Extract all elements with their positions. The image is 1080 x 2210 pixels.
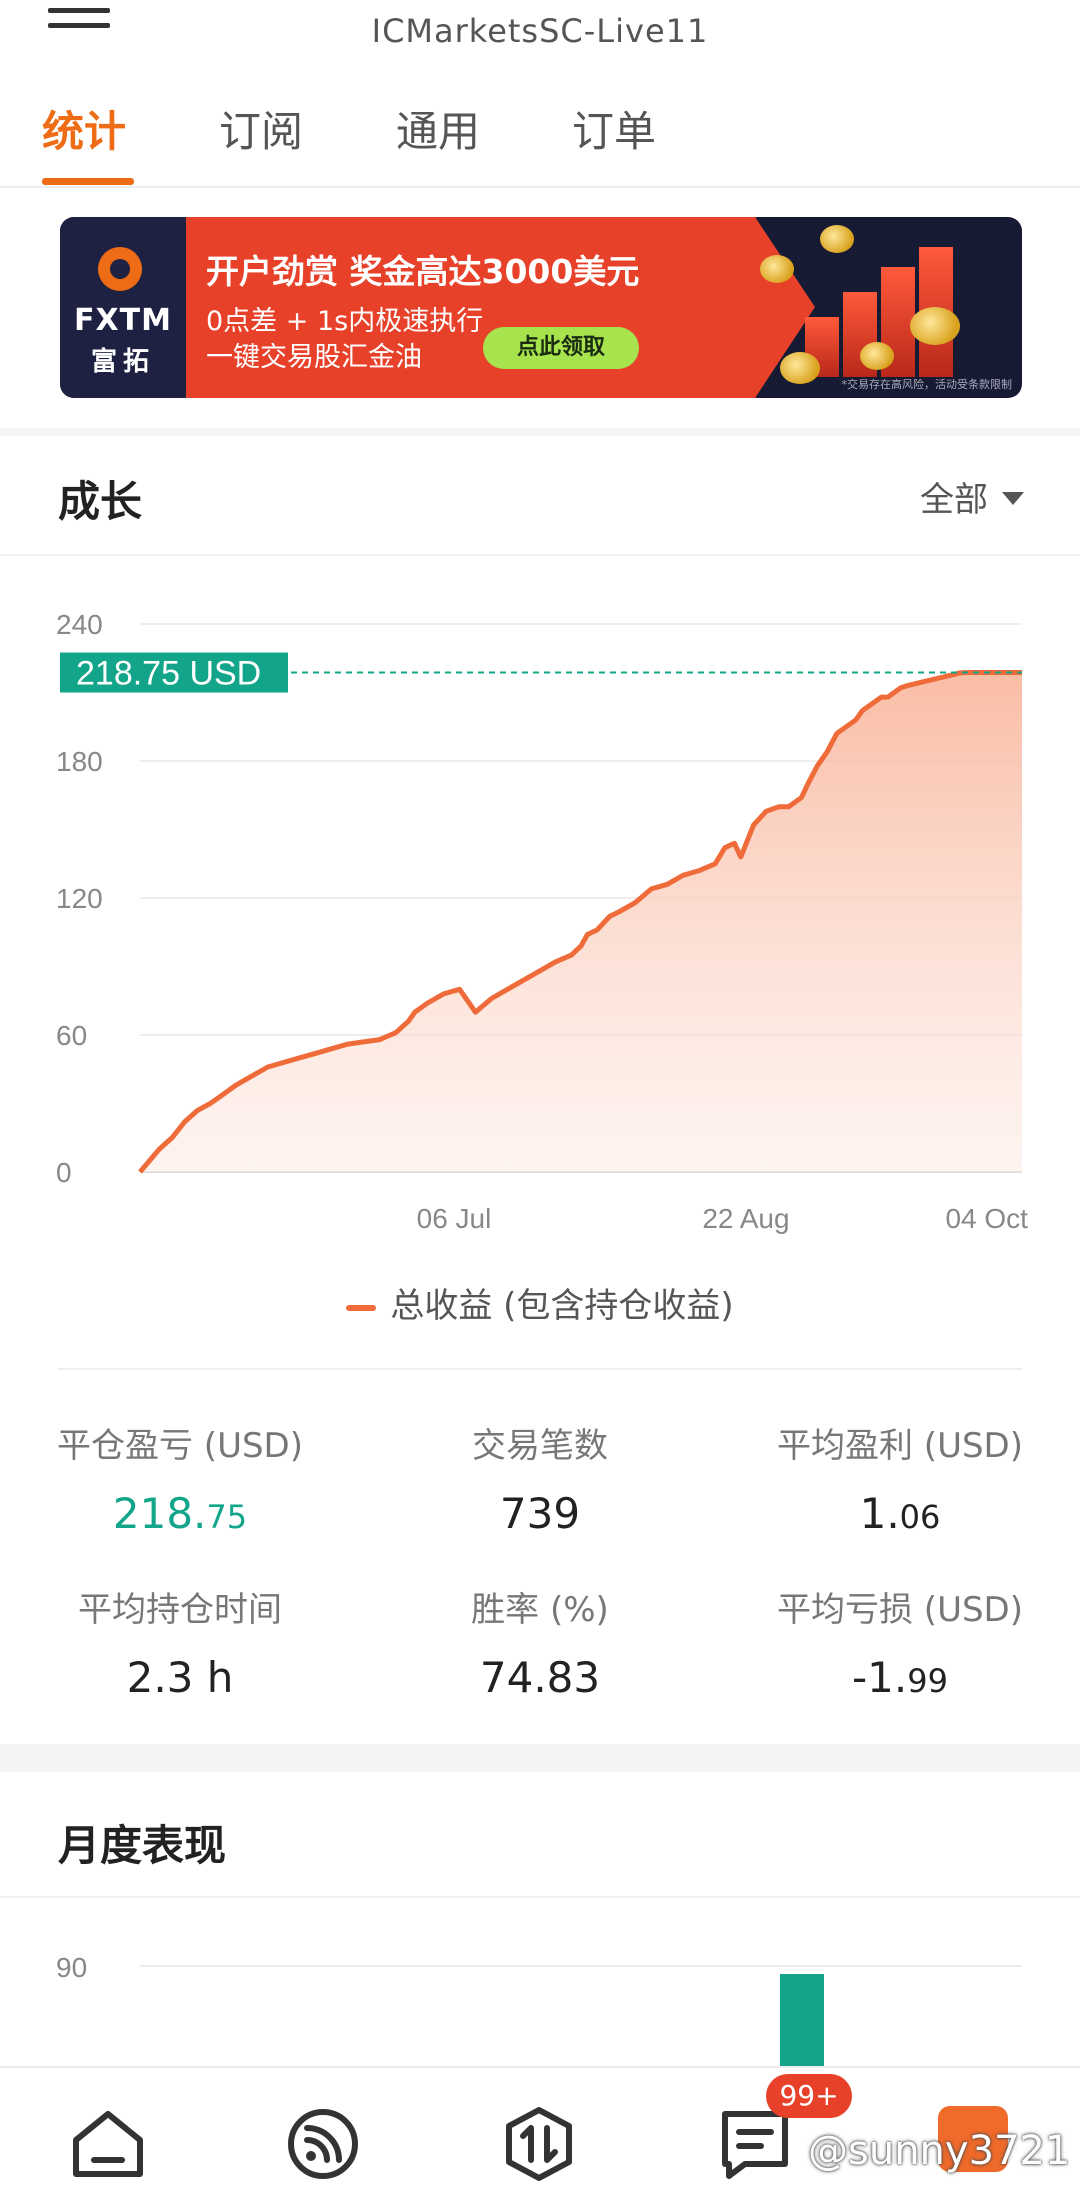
stat-label: 平均盈利 (USD) bbox=[777, 1426, 1023, 1466]
tab-orders[interactable]: 订单 bbox=[572, 98, 656, 159]
trade-icon[interactable] bbox=[499, 2104, 579, 2184]
coin-icon bbox=[860, 342, 894, 370]
banner-headline: 开户劲赏 奖金高达3000美元 bbox=[206, 252, 640, 291]
stat-value: 218.75 bbox=[112, 1489, 248, 1538]
x-tick-label: 04 Oct bbox=[945, 1203, 1028, 1234]
stat-avg-loss: 平均亏损 (USD) -1.99 bbox=[720, 1582, 1080, 1702]
logo-text-cn: 富拓 bbox=[90, 347, 155, 377]
stat-avg-profit: 平均盈利 (USD) 1.06 bbox=[720, 1418, 1080, 1538]
caret-down-icon bbox=[1002, 492, 1024, 505]
stat-value: 1.06 bbox=[859, 1489, 941, 1538]
growth-area bbox=[140, 672, 1022, 1172]
stat-value: 739 bbox=[499, 1489, 581, 1538]
stat-avg-hold: 平均持仓时间 2.3 h bbox=[0, 1582, 360, 1702]
legend-swatch bbox=[346, 1304, 377, 1311]
home-icon[interactable] bbox=[68, 2104, 148, 2184]
coin-icon bbox=[760, 255, 794, 283]
divider bbox=[0, 1896, 1080, 1898]
y-tick-label: 120 bbox=[56, 883, 103, 914]
stat-value: -1.99 bbox=[852, 1653, 948, 1702]
fxtm-logo: FXTM 富拓 bbox=[60, 217, 186, 398]
y-tick-label: 0 bbox=[56, 1157, 72, 1188]
banner-line-1: 0点差 + 1s内极速执行 bbox=[206, 306, 484, 337]
stat-closed-pl: 平仓盈亏 (USD) 218.75 bbox=[0, 1418, 360, 1538]
banner-line-2: 一键交易股汇金油 bbox=[206, 342, 422, 373]
x-tick-label: 22 Aug bbox=[702, 1203, 789, 1234]
stat-value: 2.3 h bbox=[126, 1653, 234, 1702]
period-filter-label: 全部 bbox=[920, 480, 988, 520]
section-divider bbox=[0, 428, 1080, 436]
watermark: @sunny3721 bbox=[808, 2128, 1071, 2174]
stat-win-rate: 胜率 (%) 74.83 bbox=[360, 1582, 720, 1702]
stat-value: 74.83 bbox=[479, 1653, 601, 1702]
tab-stats[interactable]: 统计 bbox=[42, 98, 126, 159]
stat-trades: 交易笔数 739 bbox=[360, 1418, 720, 1538]
y-tick-label: 180 bbox=[56, 746, 103, 777]
coin-icon bbox=[910, 307, 960, 345]
tab-bar: 统计 订阅 通用 订单 bbox=[0, 98, 1080, 188]
banner-cta-button[interactable]: 点此领取 bbox=[483, 327, 639, 369]
legend-label: 总收益 (包含持仓收益) bbox=[390, 1286, 734, 1326]
coin-icon bbox=[780, 352, 820, 384]
logo-text: FXTM bbox=[74, 303, 172, 338]
stat-label: 平均亏损 (USD) bbox=[777, 1590, 1023, 1630]
divider bbox=[0, 554, 1080, 556]
app-header: ICMarketsSC-Live11 bbox=[0, 0, 1080, 60]
x-tick-label: 06 Jul bbox=[417, 1203, 492, 1234]
stat-label: 交易笔数 bbox=[472, 1426, 608, 1466]
coin-icon bbox=[820, 225, 854, 253]
fxtm-logo-icon bbox=[98, 247, 142, 291]
y-tick-label: 60 bbox=[56, 1020, 87, 1051]
active-tab-indicator bbox=[42, 178, 134, 185]
section-divider bbox=[0, 1744, 1080, 1772]
monthly-y-tick: 90 bbox=[56, 1952, 87, 1983]
feed-icon[interactable] bbox=[283, 2104, 363, 2184]
promo-banner[interactable]: FXTM 富拓 开户劲赏 奖金高达3000美元 0点差 + 1s内极速执行 一键… bbox=[60, 217, 1022, 398]
monthly-title: 月度表现 bbox=[58, 1821, 227, 1870]
notification-badge: 99+ bbox=[766, 2074, 852, 2118]
y-tick-label: 240 bbox=[56, 609, 103, 640]
monthly-chart: 90 bbox=[56, 1952, 1022, 2070]
tab-general[interactable]: 通用 bbox=[396, 98, 480, 159]
chart-legend: 总收益 (包含持仓收益) bbox=[0, 1278, 1080, 1327]
divider bbox=[58, 1368, 1022, 1370]
tab-subscribe[interactable]: 订阅 bbox=[219, 98, 303, 159]
banner-disclaimer: *交易存在高风险，活动受条款限制 bbox=[841, 378, 1013, 391]
account-title: ICMarketsSC-Live11 bbox=[371, 12, 709, 50]
stat-label: 平均持仓时间 bbox=[78, 1590, 282, 1630]
current-value-label: 218.75 USD bbox=[76, 655, 261, 693]
period-filter[interactable]: 全部 bbox=[920, 472, 1024, 521]
growth-title: 成长 bbox=[58, 477, 143, 526]
stat-label: 平仓盈亏 (USD) bbox=[57, 1426, 303, 1466]
monthly-bar bbox=[780, 1974, 824, 2070]
growth-chart: 0 60 120 180 240 06 Jul 22 Aug 04 Oct 218.75 U… bbox=[56, 609, 1028, 1234]
stat-label: 胜率 (%) bbox=[471, 1590, 609, 1630]
